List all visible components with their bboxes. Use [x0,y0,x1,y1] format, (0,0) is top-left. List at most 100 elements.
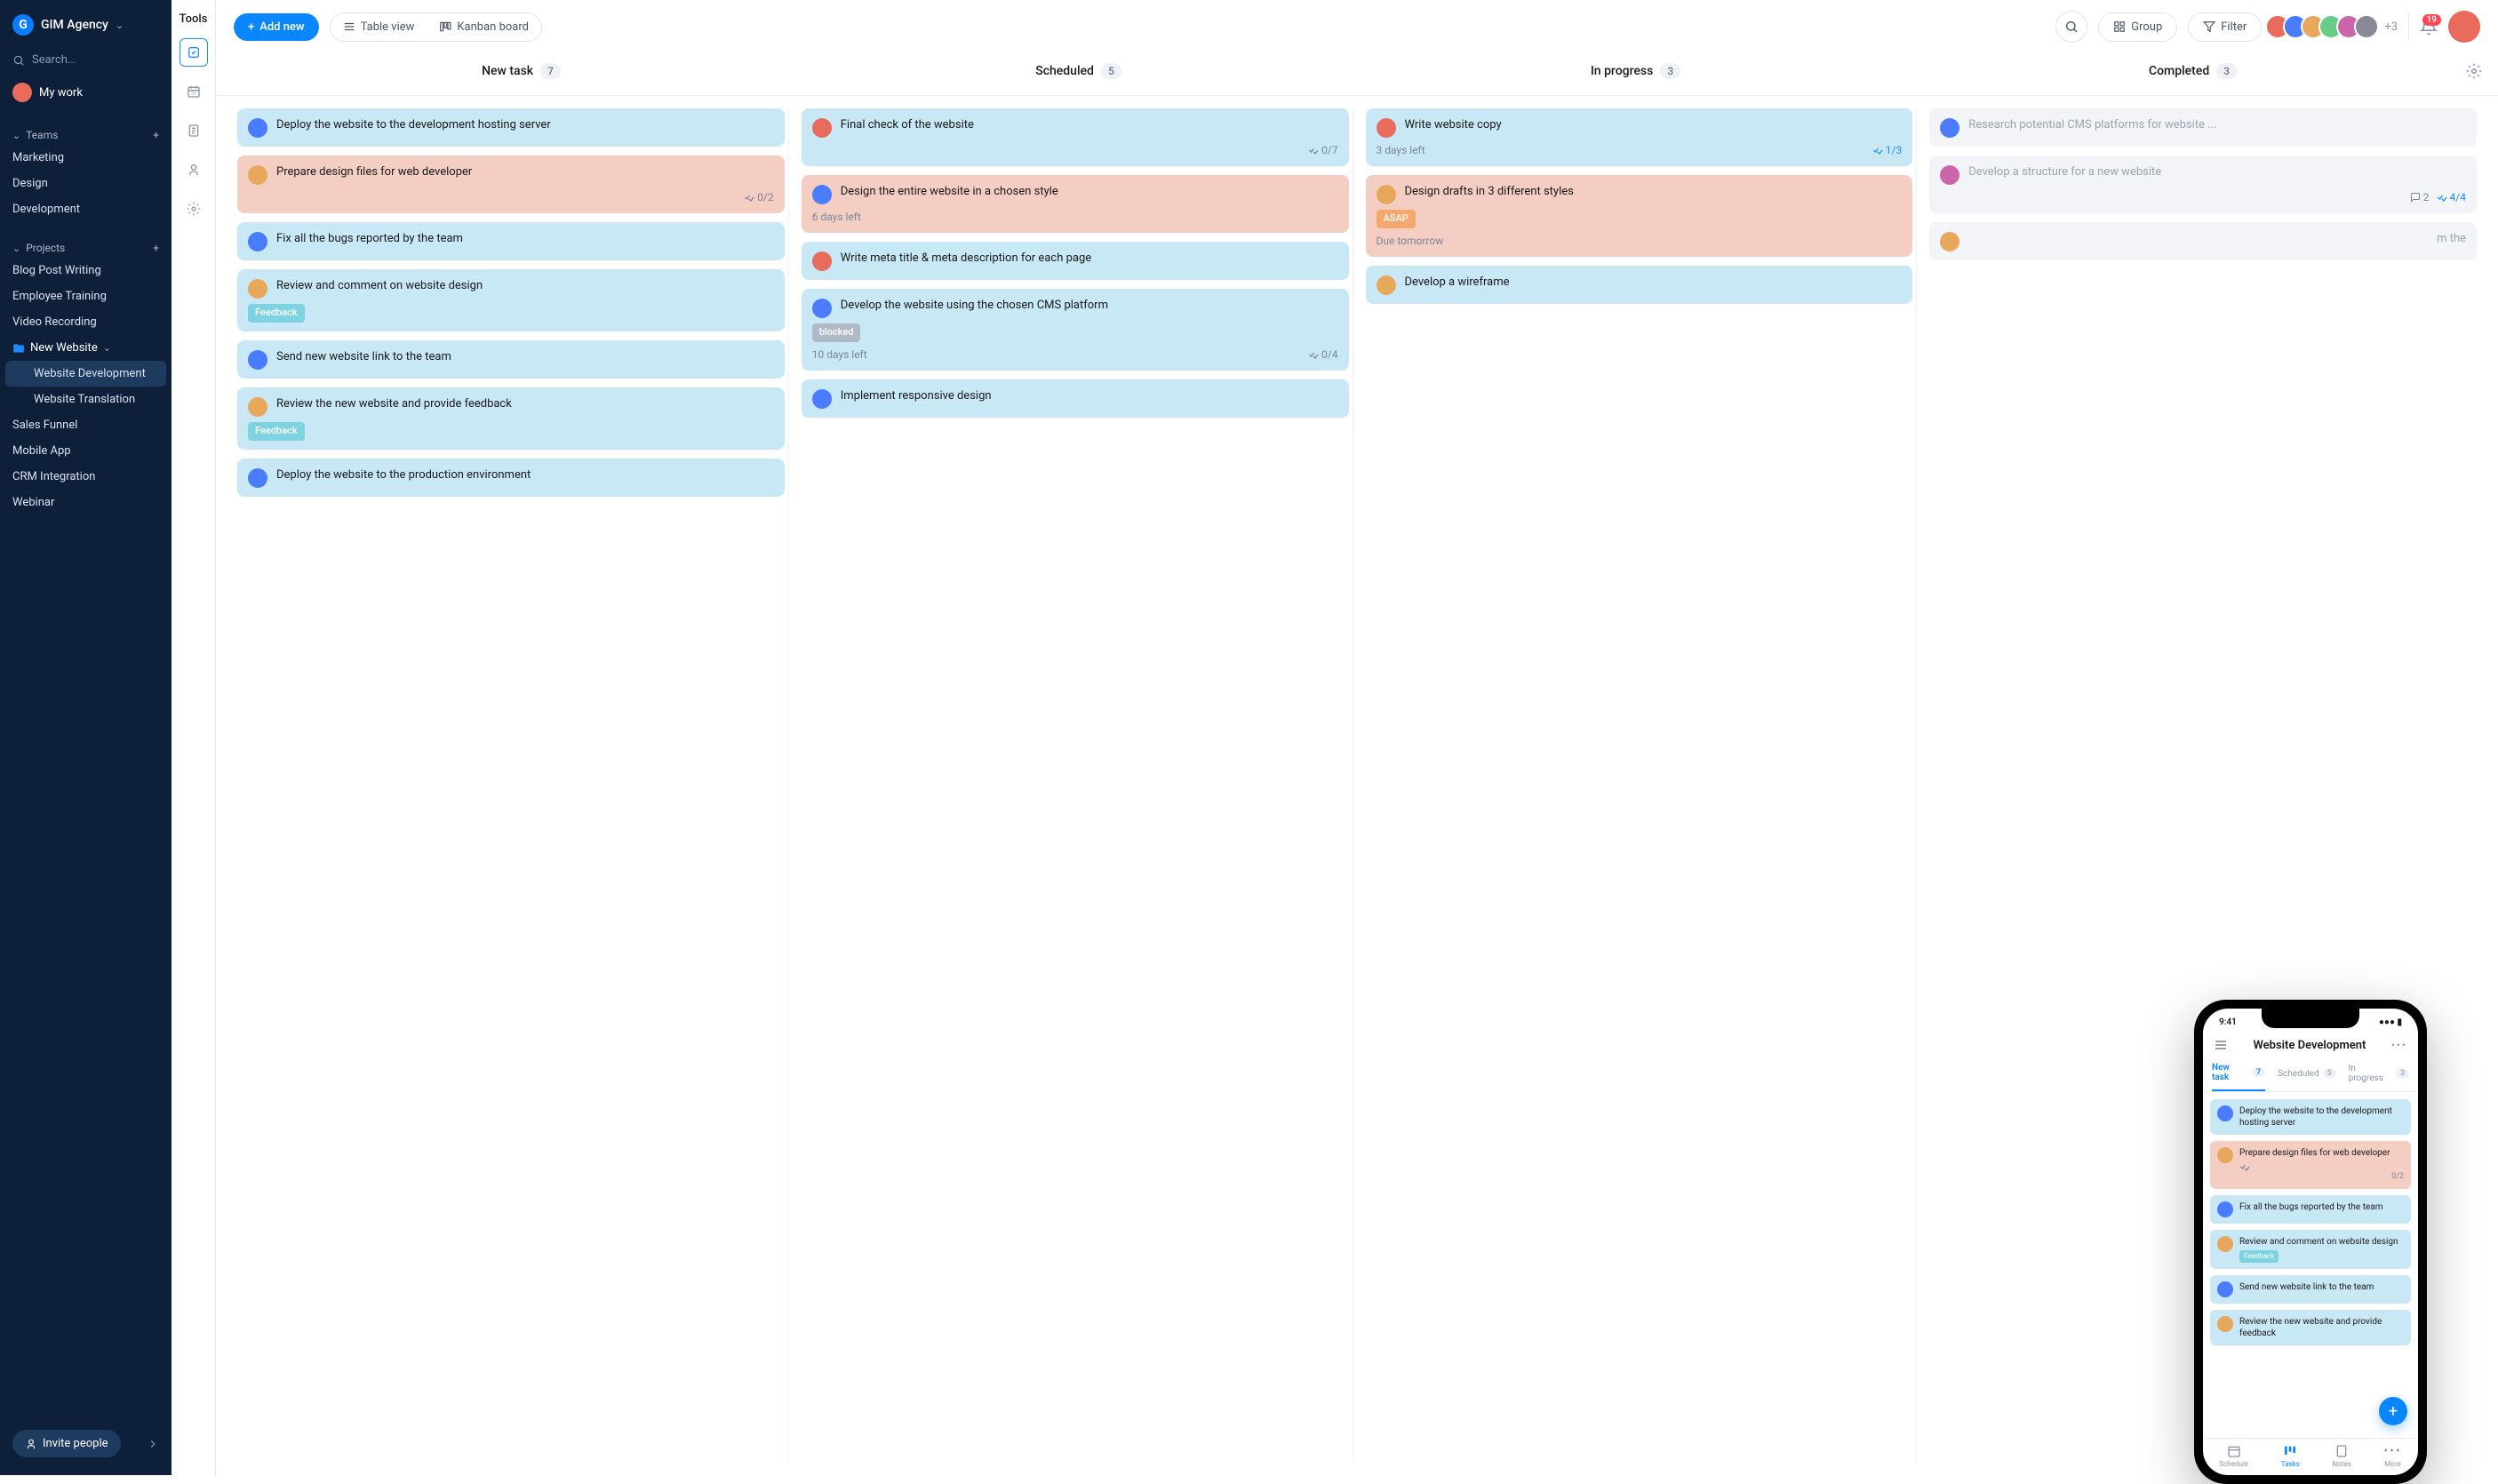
card-due: 6 days left [812,210,861,224]
task-card[interactable]: Review the new website and provide feedb… [237,387,785,450]
sidebar-project-new-website[interactable]: New Website ⌄ [0,335,172,361]
kanban-view-tab[interactable]: Kanban board [427,13,541,41]
column-scheduled: Final check of the website 0/7 Design th… [798,108,1353,1463]
avatar [2217,1147,2233,1163]
phone-task-card[interactable]: Review and comment on website designFeed… [2210,1230,2411,1269]
task-card[interactable]: Develop the website using the chosen CMS… [802,289,1349,371]
column-header-scheduled[interactable]: Scheduled 5 [800,63,1357,79]
task-card[interactable]: Research potential CMS platforms for web… [1929,108,2477,147]
sidebar-project[interactable]: Webinar [0,490,172,515]
column-title: Scheduled [1035,64,1094,78]
table-view-tab[interactable]: Table view [331,13,427,41]
phone-nav-tasks[interactable]: Tasks [2281,1444,2300,1468]
task-card[interactable]: Prepare design files for web developer 0… [237,156,785,213]
phone-card-title: Prepare design files for web developer [2239,1147,2404,1159]
comment-icon [2410,192,2421,203]
workspace-switcher[interactable]: G GIM Agency ⌄ [12,9,159,41]
task-card[interactable]: Write meta title & meta description for … [802,242,1349,280]
phone-nav-more[interactable]: ••• More [2383,1444,2401,1468]
column-headers: New task 7 Scheduled 5 In progress 3 Com… [216,54,2498,96]
search-button[interactable] [2055,11,2087,43]
phone-tabs: New task 7 Scheduled 5 In progress 3 [2203,1059,2418,1092]
task-card[interactable]: m the [1929,222,2477,260]
card-due: 3 days left [1377,143,1425,157]
phone-tab-scheduled[interactable]: Scheduled 5 [2278,1063,2336,1091]
sidebar-project[interactable]: CRM Integration [0,464,172,490]
phone-tab-label: In progress [2349,1064,2392,1083]
phone-mockup: 9:41 ●●● ▮ Website Development ••• New t… [2194,1000,2427,1484]
sidebar-team-marketing[interactable]: Marketing [0,145,172,171]
sidebar-project[interactable]: Employee Training [0,283,172,309]
teams-header[interactable]: ⌄Teams + [0,125,172,145]
avatar [1377,185,1396,204]
notifications-button[interactable]: 19 [2420,18,2438,36]
sidebar-subproject-website-translation[interactable]: Website Translation [5,387,166,412]
task-card[interactable]: Develop a wireframe [1366,266,1913,304]
task-card[interactable]: Deploy the website to the production env… [237,459,785,497]
task-card[interactable]: Final check of the website 0/7 [802,108,1349,166]
phone-add-button[interactable]: + [2379,1397,2407,1425]
column-header-completed[interactable]: Completed 3 [1914,63,2471,79]
add-team-button[interactable]: + [153,129,159,141]
task-card[interactable]: Send new website link to the team [237,340,785,379]
tool-settings-button[interactable] [180,195,208,223]
phone-menu-button[interactable] [2214,1038,2228,1052]
projects-header[interactable]: ⌄Projects + [0,238,172,258]
phone-more-button[interactable]: ••• [2391,1039,2407,1051]
task-card[interactable]: Write website copy 3 days left1/3 [1366,108,1913,166]
task-card[interactable]: Deploy the website to the development ho… [237,108,785,147]
sidebar-project[interactable]: Sales Funnel [0,412,172,438]
card-title: Write meta title & meta description for … [841,251,1338,267]
task-card[interactable]: Develop a structure for a new website 24… [1929,156,2477,213]
phone-task-card[interactable]: Prepare design files for web developer 0… [2210,1141,2411,1189]
tool-tasks-button[interactable] [180,38,208,67]
task-card[interactable]: Design the entire website in a chosen st… [802,175,1349,233]
filter-button[interactable]: Filter [2188,12,2262,42]
sidebar-subproject-website-development[interactable]: Website Development [5,361,166,387]
sidebar-project[interactable]: Blog Post Writing [0,258,172,283]
tool-calendar-button[interactable]: 31 [180,77,208,106]
task-card[interactable]: Design drafts in 3 different styles ASAP… [1366,175,1913,257]
task-card[interactable]: Review and comment on website design Fee… [237,269,785,331]
member-avatars[interactable]: +3 [2272,14,2398,39]
sidebar-project[interactable]: Video Recording [0,309,172,335]
phone-task-card[interactable]: Fix all the bugs reported by the team [2210,1195,2411,1224]
document-icon [2334,1444,2349,1458]
phone-tab-in-progress[interactable]: In progress 3 [2349,1063,2409,1091]
my-work-link[interactable]: My work [12,76,159,109]
column-header-in-progress[interactable]: In progress 3 [1357,63,1914,79]
checklist-icon [2437,192,2447,203]
phone-task-card[interactable]: Send new website link to the team [2210,1275,2411,1304]
invite-people-button[interactable]: Invite people [12,1430,121,1457]
phone-task-card[interactable]: Review the new website and provide feedb… [2210,1310,2411,1345]
tool-notes-button[interactable] [180,116,208,145]
sidebar-team-design[interactable]: Design [0,171,172,196]
sidebar-team-development[interactable]: Development [0,196,172,222]
list-icon [343,20,355,33]
board-settings-button[interactable] [2466,63,2482,79]
phone-tab-new-task[interactable]: New task 7 [2212,1063,2265,1091]
projects-label: Projects [26,242,65,254]
add-project-button[interactable]: + [153,242,159,254]
user-avatar[interactable] [2448,11,2480,43]
add-new-button[interactable]: + Add new [234,13,319,41]
column-header-new-task[interactable]: New task 7 [243,63,800,79]
task-card[interactable]: Fix all the bugs reported by the team [237,222,785,260]
phone-card-title: Fix all the bugs reported by the team [2239,1201,2404,1213]
phone-nav-notes[interactable]: Notes [2332,1444,2350,1468]
chevron-right-icon [147,1438,159,1450]
sidebar-project[interactable]: Mobile App [0,438,172,464]
tool-people-button[interactable] [180,156,208,184]
avatar [1377,118,1396,138]
avatar [2217,1281,2233,1297]
column-title: New task [482,64,533,78]
search-input[interactable]: Search... [12,48,159,72]
group-button[interactable]: Group [2098,12,2177,42]
column-title: Completed [2149,64,2209,78]
phone-nav-schedule[interactable]: Schedule [2219,1444,2248,1468]
phone-task-card[interactable]: Deploy the website to the development ho… [2210,1099,2411,1135]
column-in-progress: Write website copy 3 days left1/3 Design… [1362,108,1918,1463]
collapse-sidebar-button[interactable] [147,1438,159,1450]
avatar [2217,1201,2233,1217]
task-card[interactable]: Implement responsive design [802,379,1349,418]
